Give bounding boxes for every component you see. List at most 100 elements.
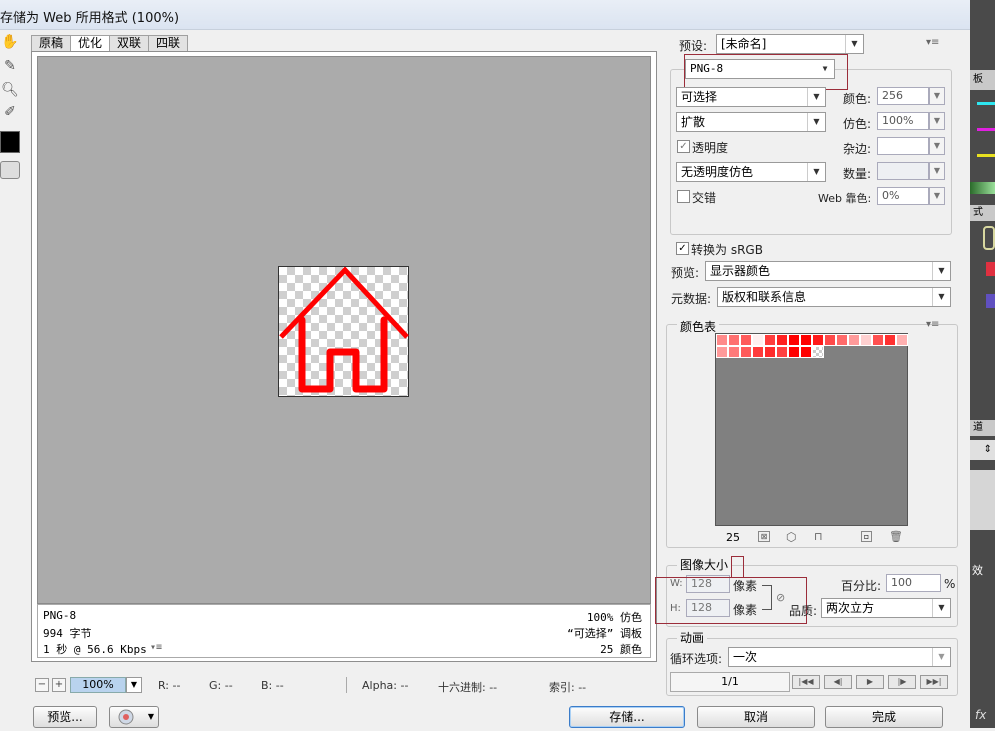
zoom-in-button[interactable]: + <box>52 678 66 692</box>
lock-icon[interactable]: ⊓ <box>814 530 823 543</box>
web-snap-dropdown-icon[interactable]: ▼ <box>929 187 945 205</box>
save-button[interactable]: 存储... <box>569 706 685 728</box>
quality-select[interactable]: 两次立方 ▼ <box>821 598 951 618</box>
color-swatch[interactable] <box>860 334 872 346</box>
last-frame-icon[interactable]: ▶▶| <box>920 675 948 689</box>
dither-field[interactable]: 100% <box>877 112 929 130</box>
color-swatch[interactable] <box>884 334 896 346</box>
interlaced-checkbox[interactable] <box>677 190 690 203</box>
eyedropper-color-swatch[interactable] <box>0 131 20 153</box>
chevron-down-icon: ▼ <box>932 599 950 617</box>
previous-frame-icon[interactable]: ◀| <box>824 675 852 689</box>
color-swatch[interactable] <box>788 334 800 346</box>
metadata-label: 元数据: <box>671 292 712 306</box>
color-swatch[interactable] <box>872 334 884 346</box>
play-icon[interactable]: ▶ <box>856 675 884 689</box>
quality-value: 两次立方 <box>826 601 875 615</box>
color-swatch[interactable] <box>776 334 788 346</box>
browser-preview-button[interactable]: ▼ <box>109 706 159 728</box>
color-swatch[interactable] <box>848 334 860 346</box>
color-table-grid[interactable] <box>715 333 908 526</box>
color-swatch[interactable] <box>752 346 764 358</box>
zoom-level-field[interactable]: 100% <box>70 677 126 693</box>
first-frame-icon[interactable]: |◀◀ <box>792 675 820 689</box>
slice-select-tool-icon[interactable]: ✎ <box>0 56 20 76</box>
percent-field[interactable]: 100 <box>886 574 941 592</box>
preview-button[interactable]: 预览... <box>33 706 97 728</box>
tab-original[interactable]: 原稿 <box>31 35 72 52</box>
browser-dropdown-icon[interactable]: ▼ <box>148 707 154 727</box>
info-colors: 25 颜色 <box>600 643 642 656</box>
eyedropper-tool-icon[interactable]: ✐ <box>0 102 20 122</box>
zoom-dropdown-icon[interactable]: ▼ <box>126 677 142 693</box>
matte-field[interactable] <box>877 137 929 155</box>
dither-algorithm-select[interactable]: 扩散 ▼ <box>676 112 826 132</box>
map-to-transparent-icon[interactable]: ⊠ <box>758 531 770 542</box>
trash-icon[interactable]: 🗑︎ <box>889 530 903 543</box>
color-swatch[interactable] <box>740 346 752 358</box>
amount-field[interactable] <box>877 162 929 180</box>
metadata-select[interactable]: 版权和联系信息 ▼ <box>717 287 951 307</box>
chevron-down-icon: ▼ <box>932 262 950 280</box>
colors-field[interactable]: 256 <box>877 87 929 105</box>
new-color-icon[interactable]: ▫ <box>861 531 872 542</box>
color-swatch[interactable] <box>716 334 728 346</box>
color-swatch[interactable] <box>836 334 848 346</box>
amount-label: 数量: <box>843 167 872 181</box>
color-swatch[interactable] <box>812 334 824 346</box>
zoom-out-button[interactable]: − <box>35 678 49 692</box>
transparency-label: 透明度 <box>692 141 729 155</box>
preset-select[interactable]: [未命名] ▼ <box>716 34 864 54</box>
chevron-down-icon: ▼ <box>932 648 950 666</box>
preview-mode-select[interactable]: 显示器颜色 ▼ <box>705 261 951 281</box>
status-b: B: -- <box>261 679 284 692</box>
color-swatch[interactable] <box>788 346 800 358</box>
color-swatch[interactable] <box>740 334 752 346</box>
cancel-button[interactable]: 取消 <box>697 706 815 728</box>
next-frame-icon[interactable]: |▶ <box>888 675 916 689</box>
web-snap-field[interactable]: 0% <box>877 187 929 205</box>
web-shift-icon[interactable]: ⬡ <box>786 530 796 544</box>
tab-2-up[interactable]: 双联 <box>109 35 150 52</box>
color-swatch[interactable] <box>800 346 812 358</box>
hand-tool-icon[interactable]: ✋ <box>0 32 20 52</box>
frame-counter: 1/1 <box>670 672 790 692</box>
status-index: 索引: -- <box>549 681 587 694</box>
color-reduction-select[interactable]: 可选择 ▼ <box>676 87 826 107</box>
color-swatch[interactable] <box>716 346 728 358</box>
optimize-menu-icon[interactable]: ▾≡ <box>926 37 939 48</box>
strip-gradient <box>970 182 995 194</box>
zoom-tool-icon[interactable]: 🔍︎ <box>0 80 20 100</box>
color-swatch[interactable] <box>824 334 836 346</box>
preview-image[interactable] <box>278 266 409 397</box>
transparency-checkbox[interactable]: ✓ <box>677 140 690 153</box>
tab-optimized[interactable]: 优化 <box>70 35 111 52</box>
color-swatch[interactable] <box>800 334 812 346</box>
toggle-slices-visibility-icon[interactable] <box>0 161 20 179</box>
done-button[interactable]: 完成 <box>825 706 943 728</box>
amount-dropdown-icon[interactable]: ▼ <box>929 162 945 180</box>
color-swatch[interactable] <box>752 334 764 346</box>
matte-dropdown-icon[interactable]: ▼ <box>929 137 945 155</box>
optimization-info-panel: PNG-8 994 字节 1 秒 @ 56.6 Kbps ▾≡ 100% 仿色 … <box>37 604 651 658</box>
strip-cyan-bar <box>977 102 995 105</box>
dither-dropdown-icon[interactable]: ▼ <box>929 112 945 130</box>
info-format: PNG-8 <box>43 609 77 622</box>
color-swatch[interactable] <box>728 334 740 346</box>
convert-srgb-checkbox[interactable]: ✓ <box>676 242 689 255</box>
color-swatch[interactable] <box>896 334 908 346</box>
color-swatch[interactable] <box>812 346 824 358</box>
color-swatch[interactable] <box>764 334 776 346</box>
color-swatch[interactable] <box>728 346 740 358</box>
download-time-menu-icon[interactable]: ▾≡ <box>150 642 162 653</box>
status-hex: 十六进制: -- <box>438 681 498 694</box>
status-alpha: Alpha: -- <box>362 679 409 692</box>
loop-select[interactable]: 一次 ▼ <box>728 647 951 667</box>
colors-dropdown-icon[interactable]: ▼ <box>929 87 945 105</box>
color-swatch[interactable] <box>776 346 788 358</box>
color-swatch[interactable] <box>764 346 776 358</box>
color-table-menu-icon[interactable]: ▾≡ <box>926 319 939 330</box>
strip-panel-tab: 板 <box>970 70 995 90</box>
transparency-dither-select[interactable]: 无透明度仿色 ▼ <box>676 162 826 182</box>
tab-4-up[interactable]: 四联 <box>148 35 189 52</box>
